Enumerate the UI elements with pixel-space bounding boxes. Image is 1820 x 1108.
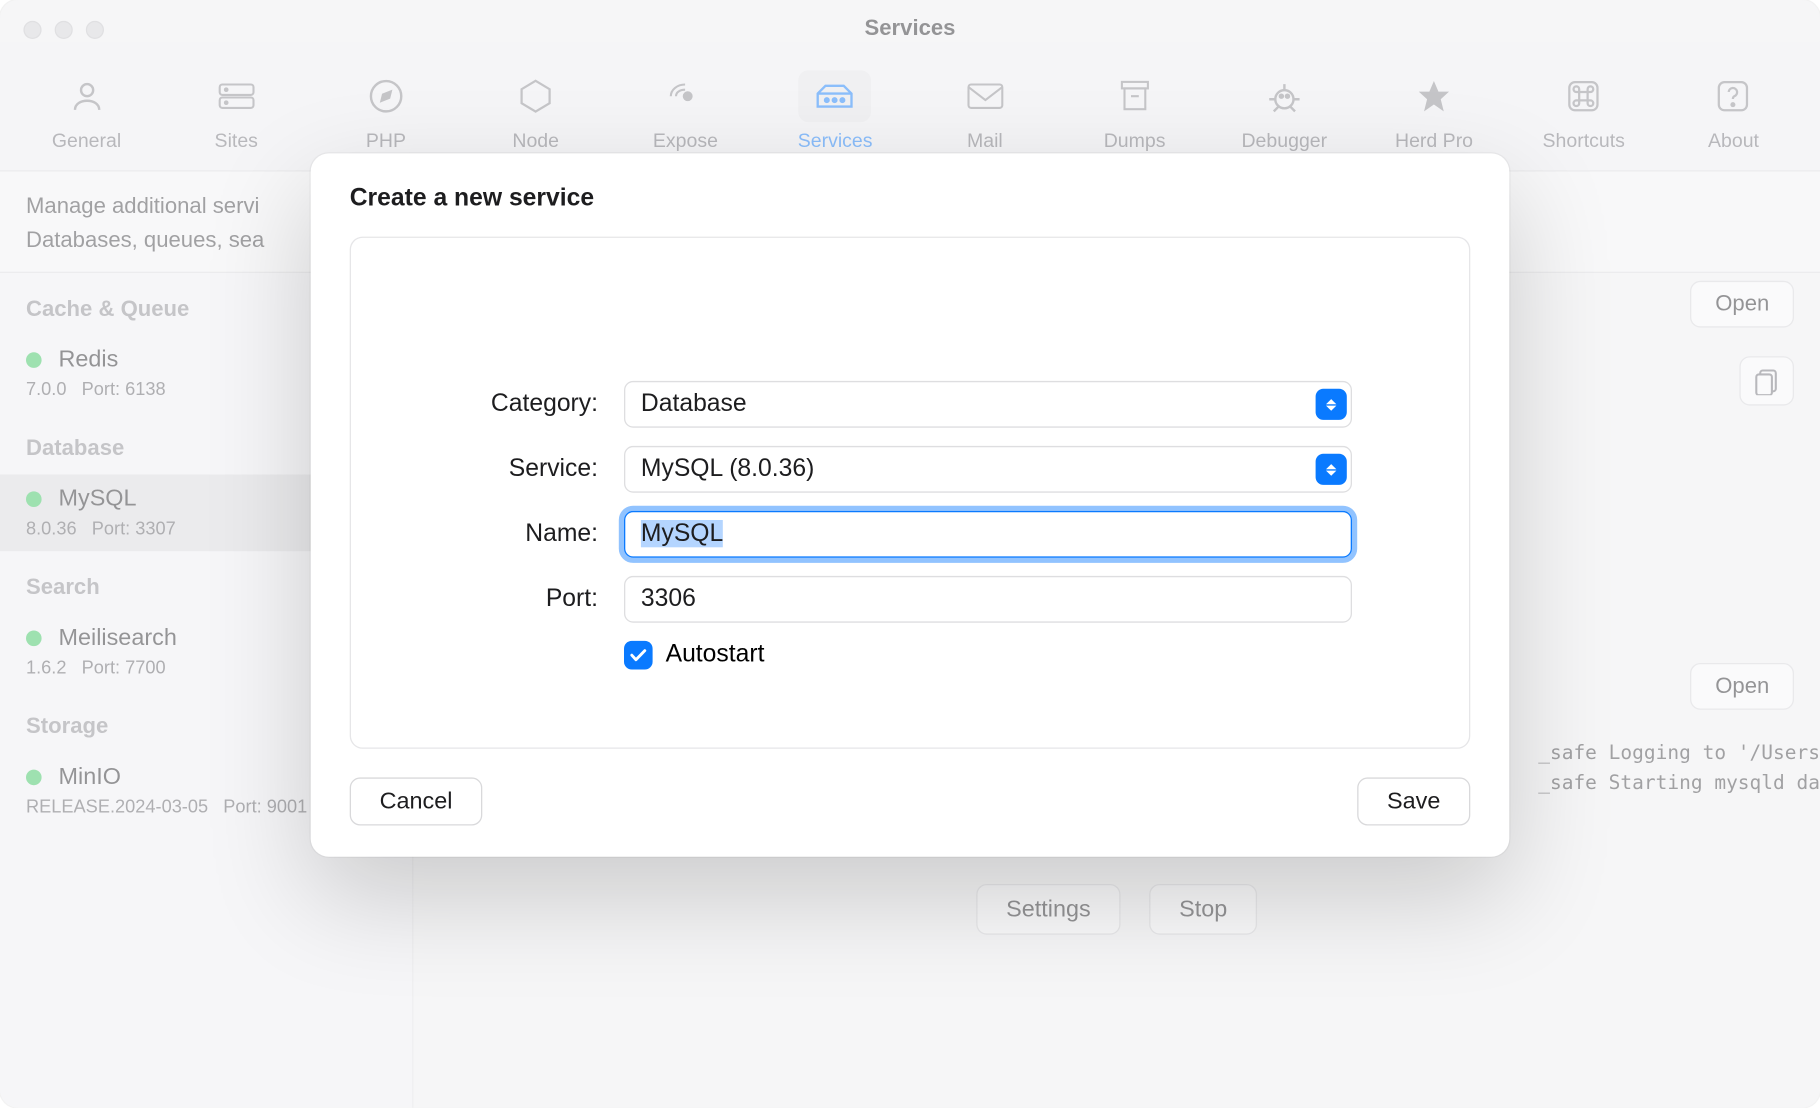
create-service-modal: Create a new service Category: Database … bbox=[311, 153, 1510, 856]
label-port: Port: bbox=[416, 585, 598, 614]
services-window: Services General Sites PHP Node Expose S… bbox=[0, 0, 1820, 1108]
service-select[interactable]: MySQL (8.0.36) bbox=[624, 446, 1352, 493]
check-icon bbox=[629, 646, 647, 664]
label-name: Name: bbox=[416, 520, 598, 549]
save-button[interactable]: Save bbox=[1357, 777, 1470, 825]
label-autostart: Autostart bbox=[666, 641, 765, 670]
label-service: Service: bbox=[416, 455, 598, 484]
cancel-button[interactable]: Cancel bbox=[350, 777, 483, 825]
category-select[interactable]: Database bbox=[624, 381, 1352, 428]
modal-title: Create a new service bbox=[350, 185, 1471, 214]
chevron-updown-icon[interactable] bbox=[1316, 389, 1347, 420]
port-input[interactable]: 3306 bbox=[624, 576, 1352, 623]
name-input[interactable]: MySQL bbox=[624, 511, 1352, 558]
autostart-checkbox[interactable] bbox=[624, 641, 653, 670]
chevron-updown-icon[interactable] bbox=[1316, 454, 1347, 485]
modal-overlay: Create a new service Category: Database … bbox=[0, 0, 1820, 1108]
modal-form: Category: Database Service: MySQL (8.0.3… bbox=[350, 237, 1471, 749]
label-category: Category: bbox=[416, 390, 598, 419]
